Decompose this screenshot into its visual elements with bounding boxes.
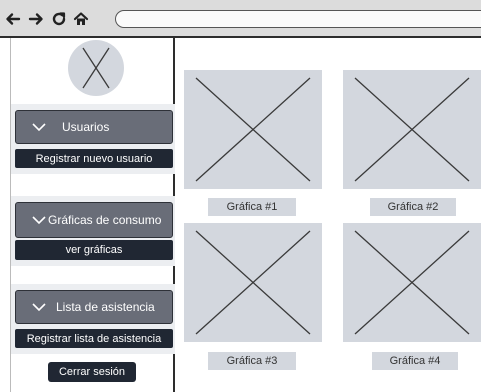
home-icon[interactable] xyxy=(73,11,89,27)
chevron-down-icon xyxy=(32,122,46,132)
menu-header-usuarios[interactable]: Usuarios xyxy=(15,110,173,144)
chevron-down-icon xyxy=(32,302,46,312)
placeholder-image-icon xyxy=(82,47,110,89)
avatar xyxy=(68,40,124,96)
menu-header-label: Usuarios xyxy=(62,120,110,134)
view-charts-button[interactable]: ver gráficas xyxy=(15,240,173,260)
address-bar[interactable] xyxy=(115,10,481,28)
menu-header-label: Lista de asistencia xyxy=(56,300,155,314)
menu-group-graficas: Gráficas de consumo ver gráficas xyxy=(11,196,175,266)
chart-label-3: Gráfica #3 xyxy=(208,352,296,370)
menu-header-asistencia[interactable]: Lista de asistencia xyxy=(15,290,173,324)
chart-placeholder-4[interactable] xyxy=(343,223,481,342)
chart-label-4: Gráfica #4 xyxy=(372,352,458,370)
chart-label-1: Gráfica #1 xyxy=(208,198,296,216)
menu-group-usuarios: Usuarios Registrar nuevo usuario xyxy=(11,104,175,174)
chart-placeholder-3[interactable] xyxy=(184,223,322,342)
chart-label-2: Gráfica #2 xyxy=(370,198,456,216)
browser-toolbar xyxy=(0,0,481,38)
chart-placeholder-2[interactable] xyxy=(343,70,481,189)
chart-placeholder-1[interactable] xyxy=(184,70,322,189)
register-user-button[interactable]: Registrar nuevo usuario xyxy=(15,149,173,168)
menu-group-asistencia: Lista de asistencia Registrar lista de a… xyxy=(11,284,175,354)
menu-header-label: Gráficas de consumo xyxy=(48,213,162,227)
back-arrow-icon[interactable] xyxy=(5,11,21,27)
chevron-down-icon xyxy=(32,215,46,225)
forward-arrow-icon[interactable] xyxy=(28,11,44,27)
logout-button[interactable]: Cerrar sesión xyxy=(48,362,136,382)
reload-icon[interactable] xyxy=(51,11,67,27)
register-attendance-button[interactable]: Registrar lista de asistencia xyxy=(15,329,173,348)
menu-header-graficas[interactable]: Gráficas de consumo xyxy=(15,202,173,238)
